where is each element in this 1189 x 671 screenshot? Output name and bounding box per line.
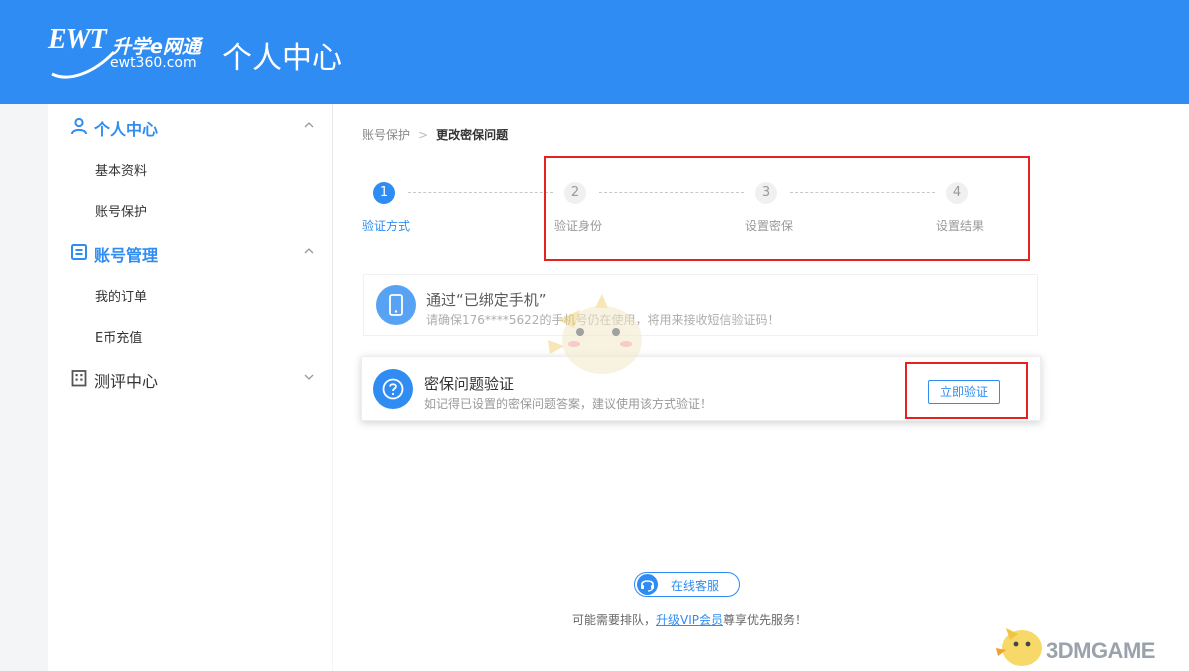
user-icon <box>71 117 87 135</box>
sidebar-group-assessment-center[interactable]: 测评中心 <box>48 358 332 398</box>
method-desc: 如记得已设置的密保问题答案，建议使用该方式验证！ <box>424 397 713 411</box>
logo-domain-text: ewt360.com <box>110 55 197 71</box>
chevron-up-icon[interactable] <box>302 244 316 258</box>
method-title: 密保问题验证 <box>424 375 515 393</box>
step-1-label: 验证方式 <box>362 219 411 233</box>
online-service-label: 在线客服 <box>671 579 720 593</box>
list-icon <box>71 244 87 260</box>
headset-icon <box>637 574 658 595</box>
watermark-bird-icon <box>996 628 1042 666</box>
logo-ewt-text: EWT <box>48 24 107 55</box>
service-note-suffix: 尊享优先服务！ <box>723 613 808 627</box>
sidebar-item-ecoin-recharge[interactable]: E币充值 <box>95 327 142 346</box>
online-service-button[interactable]: 在线客服 <box>634 572 740 597</box>
top-header: EWT 升学e网通 ewt360.com 个人中心 <box>0 0 1189 104</box>
building-icon <box>71 370 87 387</box>
chevron-up-icon[interactable] <box>302 118 316 132</box>
breadcrumb-parent[interactable]: 账号保护 <box>362 128 410 142</box>
method-card-phone[interactable]: 通过“已绑定手机” 请确保176****5622的手机号仍在使用，将用来接收短信… <box>363 274 1038 336</box>
step-connector <box>408 192 553 193</box>
sidebar-group-label: 测评中心 <box>94 372 159 391</box>
breadcrumb-separator: > <box>418 128 429 142</box>
service-note: 可能需要排队，升级VIP会员尊享优先服务！ <box>572 611 807 628</box>
sidebar-item-account-protection[interactable]: 账号保护 <box>95 201 147 220</box>
sidebar: 个人中心 基本资料 账号保护 账号管理 我的订单 E币充值 测评中心 <box>48 104 332 671</box>
question-icon <box>373 369 413 409</box>
highlight-box-steps <box>544 156 1030 261</box>
method-title: 通过“已绑定手机” <box>426 291 547 309</box>
mascot-bird-image <box>548 294 642 374</box>
breadcrumb: 账号保护 > 更改密保问题 <box>362 126 508 143</box>
upgrade-vip-link[interactable]: 升级VIP会员 <box>656 613 723 627</box>
sidebar-group-account-management[interactable]: 账号管理 <box>48 232 332 272</box>
sidebar-group-label: 账号管理 <box>94 246 159 265</box>
chevron-down-icon[interactable] <box>302 370 316 384</box>
page-title: 个人中心 <box>222 41 342 76</box>
phone-icon <box>376 285 416 325</box>
watermark-text: 3DMGAME <box>1046 638 1155 663</box>
highlight-box-button <box>905 362 1028 419</box>
ewt-logo[interactable]: EWT 升学e网通 ewt360.com <box>48 22 208 80</box>
service-note-prefix: 可能需要排队， <box>572 613 657 627</box>
step-1-circle: 1 <box>373 182 395 204</box>
3dmgame-watermark: 3DMGAME <box>992 618 1182 670</box>
sidebar-group-label: 个人中心 <box>94 120 159 139</box>
breadcrumb-current: 更改密保问题 <box>436 128 509 142</box>
sidebar-item-basic-info[interactable]: 基本资料 <box>95 160 147 179</box>
sidebar-group-personal-center[interactable]: 个人中心 <box>48 106 332 146</box>
sidebar-item-my-orders[interactable]: 我的订单 <box>95 286 147 305</box>
